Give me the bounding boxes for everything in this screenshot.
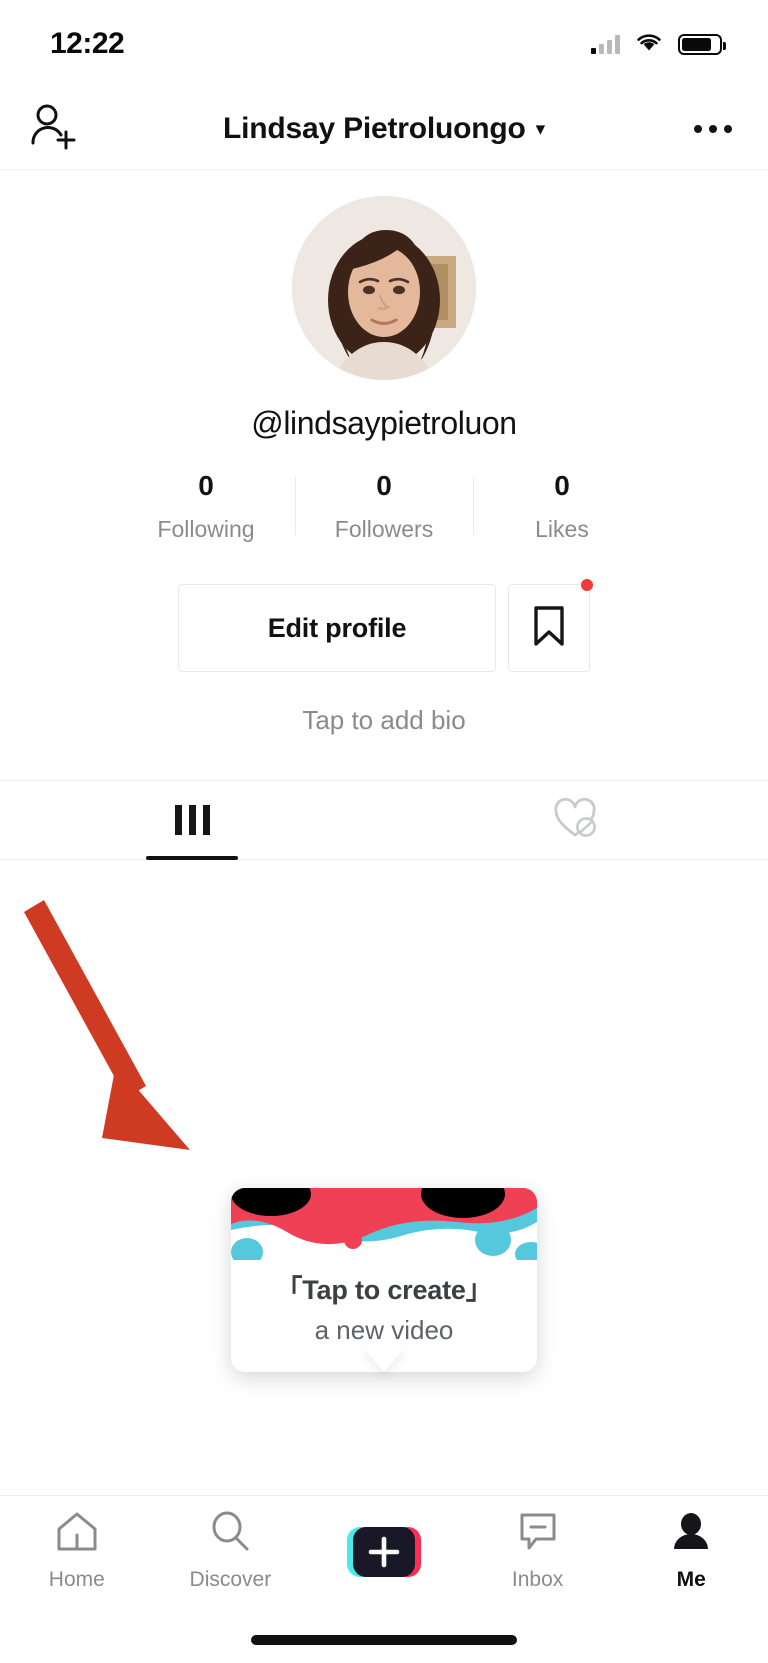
- private-liked-heart-icon: [553, 797, 599, 844]
- profile-tabs: [0, 780, 768, 860]
- bio-placeholder[interactable]: Tap to add bio: [0, 705, 768, 736]
- cellular-signal-icon: [591, 34, 620, 54]
- tab-active-underline: [146, 856, 238, 860]
- stat-value: 0: [376, 470, 392, 501]
- edit-profile-button[interactable]: Edit profile: [178, 584, 496, 672]
- status-indicators: [591, 31, 726, 58]
- inbox-message-icon: [516, 1511, 560, 1558]
- home-indicator: [251, 1635, 517, 1645]
- tooltip-line-1: 「Tap to create」: [275, 1275, 493, 1305]
- tab-posts[interactable]: [0, 781, 384, 860]
- nav-item-home[interactable]: Home: [0, 1511, 154, 1592]
- status-badge: [581, 579, 593, 591]
- more-options-icon: [694, 124, 732, 133]
- tiktok-profile-screen: 12:22 Lindsay Pietroluongo ▾ @lindsaypie…: [0, 0, 768, 1663]
- tab-liked[interactable]: [384, 781, 768, 859]
- profile-header: Lindsay Pietroluongo ▾: [0, 88, 768, 170]
- bookmark-icon: [531, 605, 567, 652]
- stat-label: Likes: [535, 516, 589, 542]
- nav-label: Home: [48, 1568, 105, 1591]
- person-icon: [669, 1511, 713, 1558]
- stat-label: Following: [157, 516, 255, 542]
- bookmark-button[interactable]: [508, 579, 593, 672]
- tooltip-pointer: [362, 1346, 406, 1372]
- tooltip-artwork: [231, 1188, 537, 1260]
- nav-item-create[interactable]: [307, 1525, 461, 1579]
- grid-posts-icon: [174, 805, 210, 835]
- search-icon: [208, 1511, 252, 1558]
- stat-value: 0: [554, 470, 570, 501]
- stat-value: 0: [198, 470, 214, 501]
- tooltip-line-2: a new video: [314, 1315, 454, 1345]
- create-video-tooltip[interactable]: 「Tap to create」 a new video: [231, 1188, 537, 1372]
- wifi-icon: [634, 31, 664, 58]
- more-options-button[interactable]: [694, 124, 732, 133]
- create-plus-icon: [345, 1525, 423, 1579]
- add-user-button[interactable]: [28, 102, 80, 155]
- bottom-navigation: Home Discover Inbox Me: [0, 1495, 768, 1607]
- header-username-label: Lindsay Pietroluongo: [222, 111, 526, 145]
- stat-following[interactable]: 0 Following: [117, 470, 295, 543]
- stat-followers[interactable]: 0 Followers: [295, 470, 473, 543]
- nav-item-me[interactable]: Me: [614, 1511, 768, 1592]
- stat-likes[interactable]: 0 Likes: [473, 470, 651, 543]
- status-bar: 12:22: [0, 0, 768, 88]
- nav-item-inbox[interactable]: Inbox: [461, 1511, 615, 1592]
- profile-stats: 0 Following 0 Followers 0 Likes: [0, 470, 768, 543]
- red-arrow-annotation: [20, 880, 260, 1180]
- avatar[interactable]: [292, 196, 476, 380]
- profile-actions: Edit profile: [0, 579, 768, 672]
- add-user-icon: [28, 102, 80, 155]
- page-title[interactable]: Lindsay Pietroluongo ▾: [0, 112, 768, 146]
- home-icon: [55, 1511, 99, 1558]
- chevron-down-icon[interactable]: ▾: [536, 118, 546, 141]
- nav-label: Discover: [189, 1568, 272, 1591]
- profile-username: @lindsaypietroluon: [251, 405, 517, 441]
- nav-label: Inbox: [511, 1568, 564, 1591]
- nav-item-discover[interactable]: Discover: [154, 1511, 308, 1592]
- nav-label: Me: [676, 1568, 706, 1591]
- status-time: 12:22: [50, 27, 125, 60]
- stat-label: Followers: [334, 516, 434, 542]
- battery-icon: [678, 33, 726, 55]
